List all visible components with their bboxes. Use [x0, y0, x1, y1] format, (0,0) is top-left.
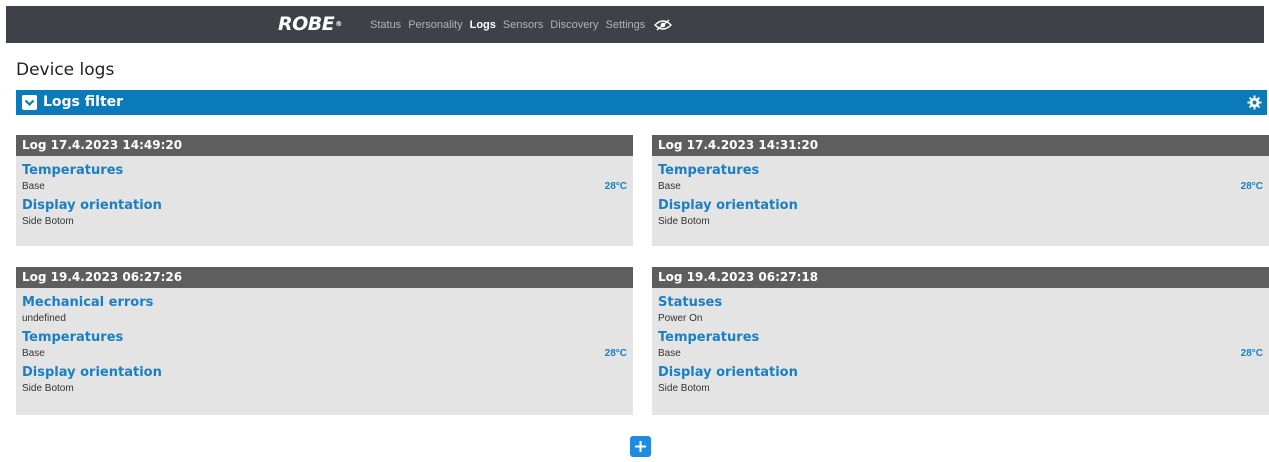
section-heading-display-orientation: Display orientation — [658, 198, 798, 213]
log-row: Base 28°C — [22, 346, 627, 362]
section-heading-display-orientation: Display orientation — [22, 198, 162, 213]
section-heading-temperatures: Temperatures — [22, 330, 124, 345]
section-heading-display-orientation: Display orientation — [658, 365, 798, 380]
add-log-button[interactable] — [630, 436, 651, 457]
logs-filter-bar[interactable]: Logs filter — [16, 90, 1267, 115]
log-card: Log 19.4.2023 06:27:26 Mechanical errors… — [16, 267, 633, 415]
page-title: Device logs — [16, 60, 115, 80]
section-heading-temperatures: Temperatures — [658, 163, 760, 178]
nav-personality[interactable]: Personality — [408, 19, 462, 31]
temperature-value: 28°C — [1240, 348, 1263, 359]
section-heading-temperatures: Temperatures — [658, 330, 760, 345]
temperature-value: 28°C — [604, 348, 627, 359]
top-navbar: ROBE® Status Personality Logs Sensors Di… — [6, 6, 1264, 43]
log-row: Side Botom — [658, 383, 710, 394]
log-card: Log 17.4.2023 14:31:20 Temperatures Base… — [652, 135, 1269, 246]
log-card-title: Log 17.4.2023 14:31:20 — [652, 135, 1269, 156]
logs-filter-label: Logs filter — [43, 94, 124, 110]
nav-settings[interactable]: Settings — [606, 19, 646, 31]
section-heading-display-orientation: Display orientation — [22, 365, 162, 380]
eye-slash-icon[interactable] — [654, 18, 673, 31]
log-row: Base 28°C — [658, 346, 1263, 362]
log-card-title: Log 19.4.2023 06:27:26 — [16, 267, 633, 288]
nav-status[interactable]: Status — [370, 19, 401, 31]
log-row: Base 28°C — [658, 179, 1263, 195]
log-card-title: Log 19.4.2023 06:27:18 — [652, 267, 1269, 288]
main-nav: Status Personality Logs Sensors Discover… — [370, 6, 673, 43]
log-row: Side Botom — [22, 216, 74, 227]
nav-sensors[interactable]: Sensors — [503, 19, 543, 31]
log-row: Side Botom — [658, 216, 710, 227]
log-card: Log 17.4.2023 14:49:20 Temperatures Base… — [16, 135, 633, 246]
nav-discovery[interactable]: Discovery — [550, 19, 598, 31]
log-row: Side Botom — [22, 383, 74, 394]
section-heading-temperatures: Temperatures — [22, 163, 124, 178]
chevron-down-icon[interactable] — [22, 95, 37, 110]
robe-logo[interactable]: ROBE® — [278, 13, 342, 35]
log-card-title: Log 17.4.2023 14:49:20 — [16, 135, 633, 156]
log-row: Power On — [658, 313, 703, 324]
temperature-value: 28°C — [1240, 181, 1263, 192]
plus-icon — [635, 441, 646, 452]
temperature-value: 28°C — [604, 181, 627, 192]
section-heading-mechanical-errors: Mechanical errors — [22, 295, 154, 310]
log-row: undefined — [22, 313, 66, 324]
log-card: Log 19.4.2023 06:27:18 Statuses Power On… — [652, 267, 1269, 415]
log-row: Base 28°C — [22, 179, 627, 195]
gear-icon[interactable] — [1247, 95, 1262, 110]
nav-logs[interactable]: Logs — [470, 19, 496, 31]
section-heading-statuses: Statuses — [658, 295, 723, 310]
